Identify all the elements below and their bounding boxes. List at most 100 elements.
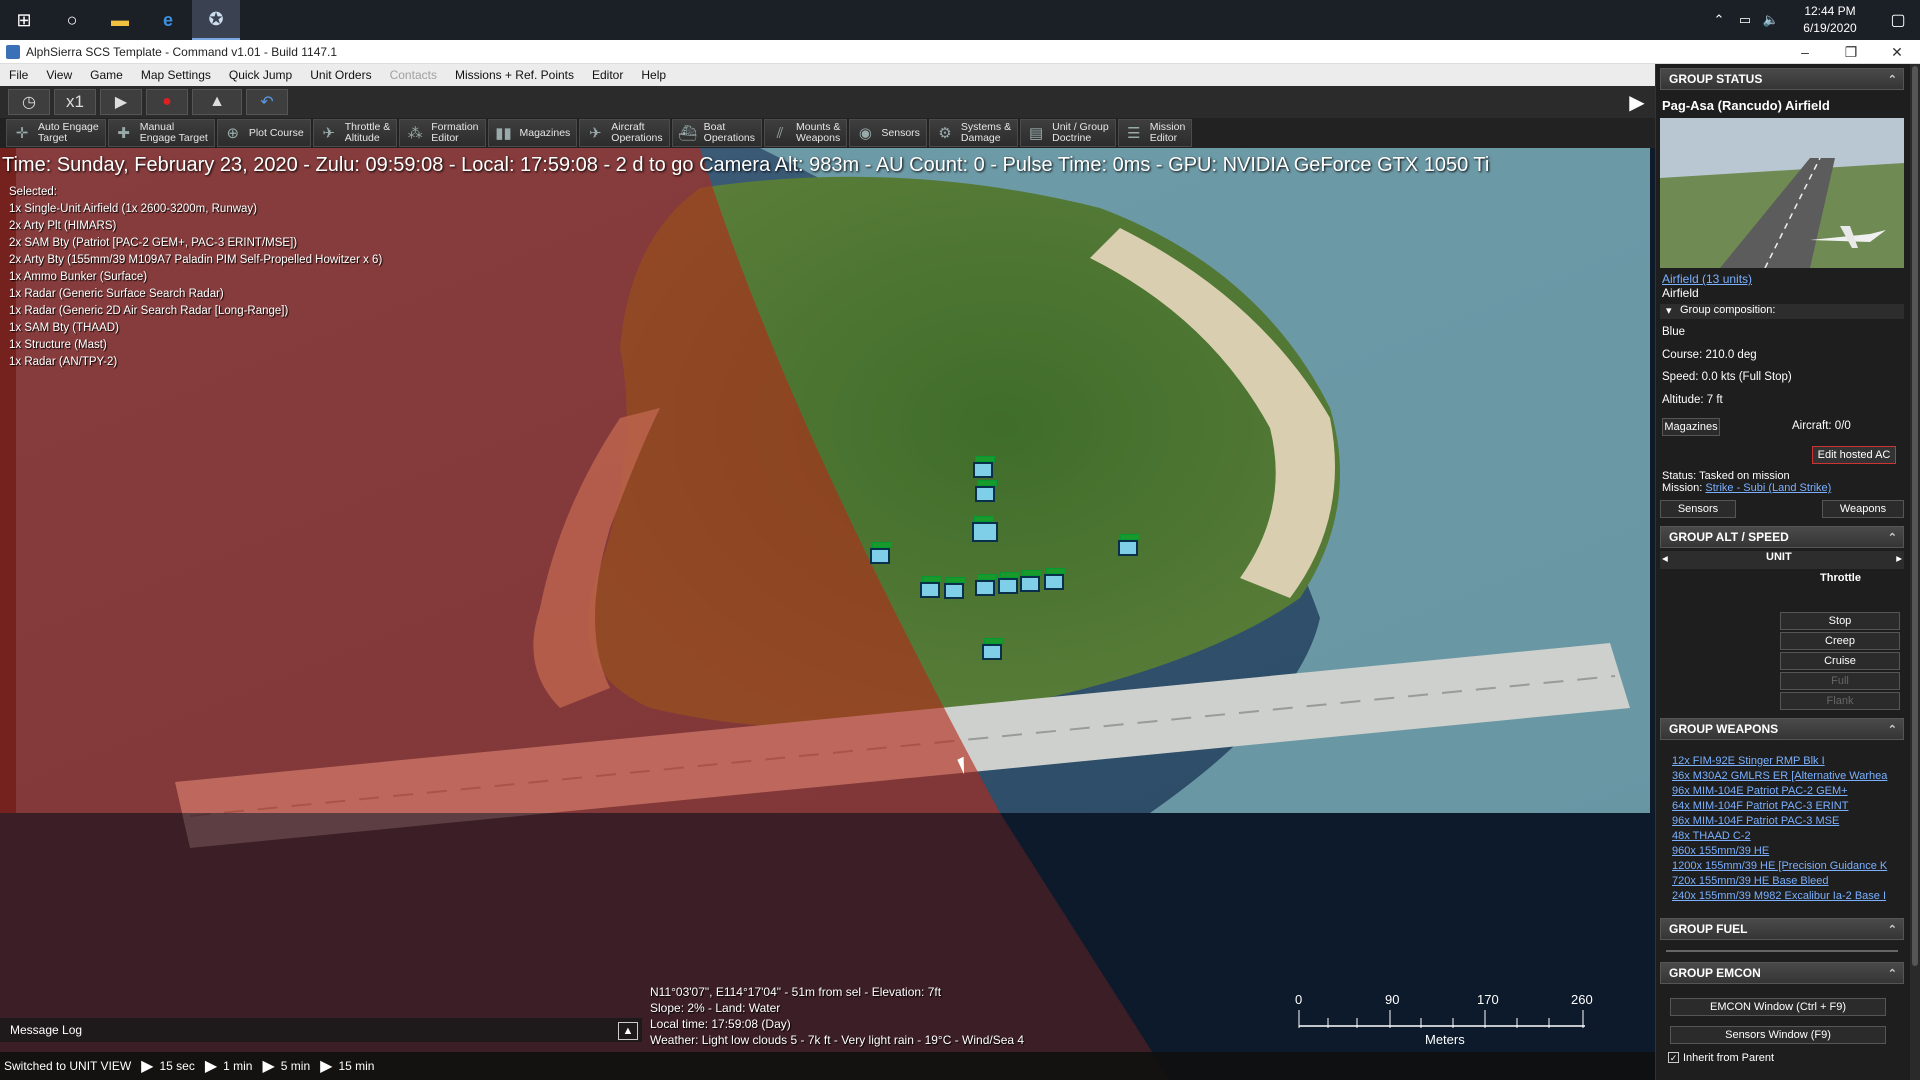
magazines-button[interactable]: Magazines [1662,418,1720,436]
weapon-item[interactable]: 36x M30A2 GMLRS ER [Alternative Warhea [1672,769,1897,784]
windows-start-icon[interactable]: ⊞ [0,0,48,40]
systems-damage-button[interactable]: ⚙ Systems & Damage [928,119,1019,147]
throttle-stop-button[interactable]: Stop [1780,612,1900,630]
menu-help[interactable]: Help [632,68,675,82]
sensors-window-button[interactable]: Sensors Window (F9) [1670,1026,1886,1044]
play-step-icon[interactable]: ▶ [262,1056,274,1076]
doctrine-button[interactable]: ▤ Unit / Group Doctrine [1020,119,1116,147]
step-15min[interactable]: 15 min [338,1059,374,1073]
aircraft-operations-button[interactable]: ✈ Aircraft Operations [579,119,670,147]
play-icon[interactable]: ▶ [100,89,142,115]
menu-view[interactable]: View [37,68,81,82]
group-emcon-header[interactable]: GROUP EMCON ⌃ [1660,962,1904,984]
weapon-item[interactable]: 64x MIM-104F Patriot PAC-3 ERINT [1672,799,1897,814]
weapon-item[interactable]: 1200x 155mm/39 HE [Precision Guidance K [1672,859,1897,874]
clock-icon[interactable]: ◷ [8,89,50,115]
emcon-window-button[interactable]: EMCON Window (Ctrl + F9) [1670,998,1886,1016]
weapon-item[interactable]: 96x MIM-104F Patriot PAC-3 MSE [1672,814,1897,829]
message-log[interactable]: Message Log [0,1018,642,1042]
arty-unit-icon[interactable] [920,576,942,598]
record-icon[interactable]: ● [146,89,188,115]
mission-link[interactable]: Strike - Subi (Land Strike) [1705,482,1831,494]
menu-unit-orders[interactable]: Unit Orders [301,68,380,82]
network-icon[interactable]: ▭ [1732,12,1758,28]
unit-view-icon[interactable]: ▲ [192,89,242,115]
play-step-icon[interactable]: ▶ [205,1056,217,1076]
menu-editor[interactable]: Editor [583,68,632,82]
throttle-cruise-button[interactable]: Cruise [1780,652,1900,670]
system-clock[interactable]: 12:44 PM 6/19/2020 [1784,3,1876,37]
step-1min[interactable]: 1 min [223,1059,252,1073]
step-5min[interactable]: 5 min [281,1059,310,1073]
menu-map-settings[interactable]: Map Settings [132,68,220,82]
volume-icon[interactable]: 🔈 [1758,12,1784,28]
collapse-chevron-icon[interactable]: ⌃ [1888,531,1897,544]
magazines-button[interactable]: ▮▮ Magazines [487,119,578,147]
sam-unit-icon[interactable] [998,572,1020,594]
edge-browser-icon[interactable]: e [144,0,192,40]
sam-unit-icon[interactable] [1020,570,1042,592]
plot-course-button[interactable]: ⊕ Plot Course [216,119,311,147]
scrollbar-thumb[interactable] [1912,66,1918,966]
play-step-icon[interactable]: ▶ [320,1056,332,1076]
undo-arrow-icon[interactable]: ↶ [246,89,288,115]
sensors-button[interactable]: Sensors [1660,500,1736,518]
thaad-unit-icon[interactable] [1044,568,1066,590]
weapons-button[interactable]: Weapons [1822,500,1904,518]
group-alt-speed-header[interactable]: GROUP ALT / SPEED ⌃ [1660,526,1904,548]
weapon-item[interactable]: 48x THAAD C-2 [1672,829,1897,844]
chevron-up-icon[interactable]: ⌃ [1706,12,1732,28]
file-explorer-icon[interactable]: ▬ [96,0,144,40]
auto-engage-button[interactable]: ✛ Auto Engage Target [6,119,106,147]
search-icon[interactable]: ○ [48,0,96,40]
radar-unit-icon[interactable] [870,542,892,564]
menu-file[interactable]: File [0,68,37,82]
play-step-icon[interactable]: ▶ [141,1056,153,1076]
weapon-item[interactable]: 240x 155mm/39 M982 Excalibur Ia-2 Base I [1672,889,1897,904]
inherit-from-parent-checkbox[interactable]: ✓ Inherit from Parent [1668,1052,1774,1064]
message-log-expand-icon[interactable]: ▲ [618,1022,638,1040]
collapse-chevron-icon[interactable]: ⌃ [1888,73,1897,86]
formation-editor-button[interactable]: ⁂ Formation Editor [399,119,486,147]
mast-unit-icon[interactable] [982,638,1004,660]
weapon-item[interactable]: 720x 155mm/39 HE Base Bleed [1672,874,1897,889]
panel-scrollbar[interactable] [1910,64,1920,1080]
restore-icon[interactable]: ❐ [1828,40,1874,64]
group-fuel-header[interactable]: GROUP FUEL ⌃ [1660,918,1904,940]
group-weapons-header[interactable]: GROUP WEAPONS ⌃ [1660,718,1904,740]
chevron-right-icon[interactable]: ▸ [1896,551,1902,565]
step-15sec[interactable]: 15 sec [159,1059,194,1073]
ammo-bunker-icon[interactable] [972,516,998,542]
group-status-header[interactable]: GROUP STATUS ⌃ [1660,68,1904,90]
collapse-chevron-icon[interactable]: ⌃ [1888,923,1897,936]
unit-selector[interactable]: ◂ UNIT ▸ [1660,551,1904,569]
group-composition-toggle[interactable]: ▾ Group composition: [1660,304,1904,319]
manual-engage-button[interactable]: ✚ Manual Engage Target [107,119,215,147]
arty-unit-icon[interactable] [944,577,966,599]
radar-unit-icon[interactable] [973,456,995,478]
radar-unit-icon[interactable] [1118,534,1140,556]
mounts-weapons-button[interactable]: ⫽ Mounts & Weapons [764,119,848,147]
chevron-left-icon[interactable]: ◂ [1662,551,1668,565]
throttle-altitude-button[interactable]: ✈ Throttle & Altitude [312,119,398,147]
airfield-units-link[interactable]: Airfield (13 units) [1662,272,1752,286]
command-app-icon[interactable]: ✪ [192,0,240,40]
weapon-item[interactable]: 12x FIM-92E Stinger RMP Blk I [1672,754,1897,769]
throttle-creep-button[interactable]: Creep [1780,632,1900,650]
menu-quick-jump[interactable]: Quick Jump [220,68,301,82]
sam-unit-icon[interactable] [975,480,997,502]
mission-editor-button[interactable]: ☰ Mission Editor [1117,119,1193,147]
collapse-chevron-icon[interactable]: ⌃ [1888,723,1897,736]
close-icon[interactable]: ✕ [1874,40,1920,64]
sensors-button[interactable]: ◉ Sensors [849,119,927,147]
boat-operations-button[interactable]: ⛴ Boat Operations [671,119,763,147]
edit-hosted-ac-button[interactable]: Edit hosted AC [1812,446,1896,464]
map-view[interactable]: Time: Sunday, February 23, 2020 - Zulu: … [0,148,1655,1080]
menu-missions[interactable]: Missions + Ref. Points [446,68,583,82]
time-compression-display[interactable]: x1 [54,89,96,115]
panel-collapse-arrow-icon[interactable]: ▶ [1624,86,1650,118]
weapon-item[interactable]: 96x MIM-104E Patriot PAC-2 GEM+ [1672,784,1897,799]
sam-unit-icon[interactable] [975,574,997,596]
weapon-item[interactable]: 960x 155mm/39 HE [1672,844,1897,859]
notification-icon[interactable]: ▢ [1876,10,1920,30]
